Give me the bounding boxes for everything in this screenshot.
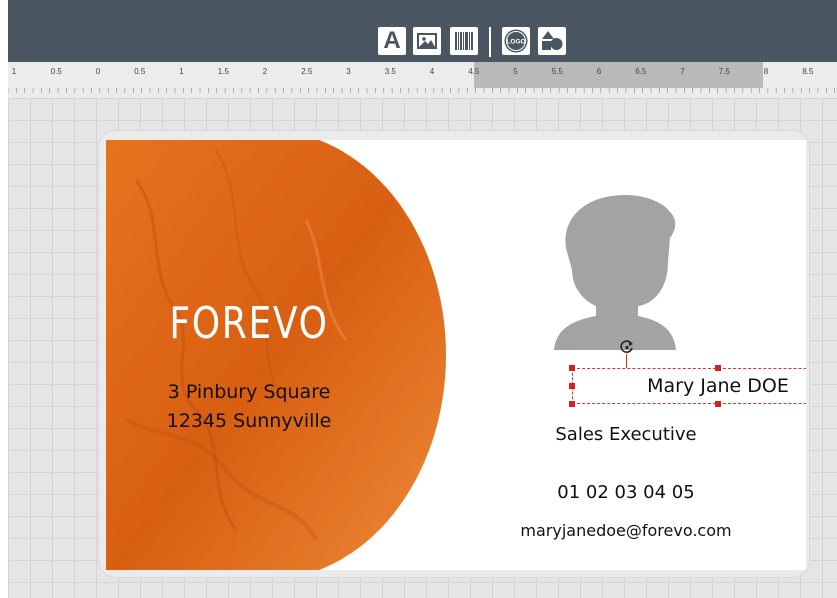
toolbar-separator — [489, 27, 491, 57]
ruler-label: 0 — [96, 67, 101, 76]
resize-handle-s[interactable] — [715, 401, 721, 407]
resize-handle-nw[interactable] — [569, 365, 575, 371]
shapes-tool-button[interactable] — [538, 27, 566, 55]
ruler-label: 3 — [346, 67, 351, 76]
brand-logo-text[interactable]: FOREVO — [167, 298, 331, 349]
rotate-handle-icon[interactable] — [619, 339, 635, 355]
toolbar: A LOGO — [8, 0, 837, 62]
address-line-2[interactable]: 12345 Sunnyville — [149, 410, 349, 432]
ruler-label: 6.5 — [635, 67, 647, 76]
ruler-label: 2 — [263, 67, 268, 76]
ruler-label: 2.5 — [301, 67, 313, 76]
editor-frame: A LOGO 1 0.5 0 0.5 1 1.5 2 2.5 3 3.5 4 4… — [8, 0, 837, 598]
rotate-connector — [626, 354, 627, 368]
ruler-label: 3.5 — [385, 67, 397, 76]
resize-handle-w[interactable] — [569, 383, 575, 389]
ruler-label: 4 — [430, 67, 435, 76]
ruler-label: 4.5 — [468, 67, 480, 76]
card-job-title[interactable]: Sales Executive — [476, 424, 776, 445]
ruler-label: 0.5 — [134, 67, 146, 76]
ruler-label: 8 — [764, 67, 769, 76]
card-email[interactable]: maryjanedoe@forevo.com — [476, 521, 776, 540]
logo-tool-button[interactable]: LOGO — [502, 27, 530, 55]
business-card: FOREVO 3 Pinbury Square 12345 Sunnyville… — [106, 140, 806, 570]
address-line-1[interactable]: 3 Pinbury Square — [149, 381, 349, 403]
ruler-label: 7.5 — [719, 67, 731, 76]
card-name[interactable]: Mary Jane DOE — [573, 375, 806, 397]
barcode-icon — [455, 32, 473, 50]
logo-icon: LOGO — [504, 29, 528, 53]
image-icon — [417, 33, 437, 49]
resize-handle-n[interactable] — [715, 365, 721, 371]
ruler-label: 7 — [680, 67, 685, 76]
barcode-tool-button[interactable] — [450, 27, 478, 55]
shapes-icon — [542, 31, 563, 50]
image-tool-button[interactable] — [413, 27, 441, 55]
ruler-label: 0.5 — [51, 67, 63, 76]
avatar-placeholder[interactable] — [554, 190, 684, 350]
ruler-label: 8.5 — [802, 67, 814, 76]
ruler-label: 1.5 — [218, 67, 230, 76]
ruler-label: 1 — [179, 67, 184, 76]
card-background — [106, 140, 446, 570]
text-icon: A — [383, 27, 401, 54]
resize-handle-sw[interactable] — [569, 401, 575, 407]
ruler-label: 5 — [513, 67, 518, 76]
name-text-field-selected[interactable]: Mary Jane DOE — [569, 365, 806, 407]
horizontal-ruler: 1 0.5 0 0.5 1 1.5 2 2.5 3 3.5 4 4.5 5 5.5 6 6.5 7 7.5 8 8.5 — [8, 62, 837, 98]
ruler-label: 1 — [12, 67, 17, 76]
ruler-label: 5.5 — [552, 67, 564, 76]
card-phone[interactable]: 01 02 03 04 05 — [476, 482, 776, 503]
text-tool-button[interactable]: A — [378, 27, 406, 55]
svg-text:LOGO: LOGO — [506, 39, 525, 46]
ruler-label: 6 — [597, 67, 602, 76]
